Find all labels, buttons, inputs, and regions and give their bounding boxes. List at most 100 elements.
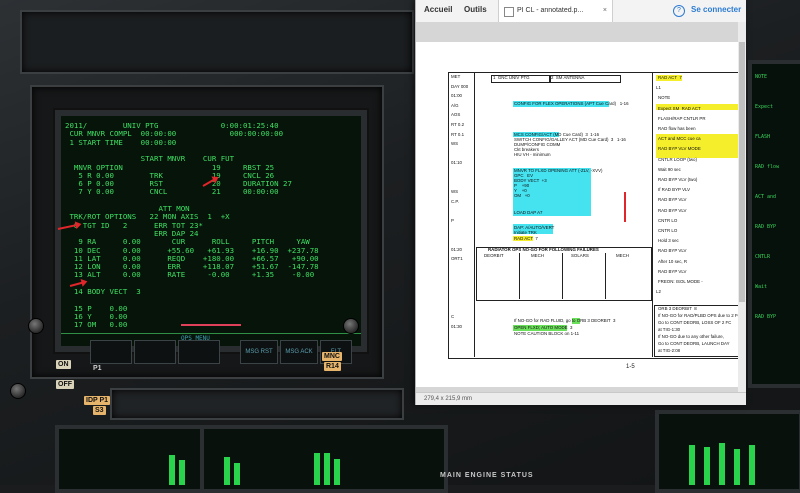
failure-col-header-2: MECH bbox=[531, 253, 544, 258]
tab-tools[interactable]: Outils bbox=[464, 5, 487, 14]
time-column-divider bbox=[474, 72, 475, 357]
tab-document[interactable]: PI CL - annotated.p... × bbox=[498, 0, 613, 22]
header-cell-2-text: 2 SM ANTENNA bbox=[551, 75, 585, 80]
right-crt-line: NOTE bbox=[755, 74, 768, 80]
crt-bezel-buttons: MSG RST MSG ACK FLT bbox=[90, 340, 360, 364]
time-column-entry: C.P. bbox=[451, 198, 459, 204]
right-crt-line: RAD flow bbox=[755, 164, 780, 170]
s3-label: S3 bbox=[93, 406, 106, 415]
gauge-bar-8 bbox=[689, 445, 695, 485]
checklist-step: RADIATOR OPS NO-GO FOR FOLLOWING FAILURE… bbox=[488, 247, 599, 252]
tab-home[interactable]: Accueil bbox=[424, 5, 452, 14]
failure-table-col2 bbox=[562, 253, 563, 299]
right-column-entry: FREON: ISOL MODE - bbox=[658, 279, 703, 284]
right-crt-line: Expect bbox=[755, 104, 774, 110]
bezel-button-1[interactable] bbox=[90, 340, 132, 364]
gauge-bar-3 bbox=[224, 457, 230, 485]
gauge-bar-11 bbox=[734, 449, 740, 485]
vertical-scrollbar[interactable] bbox=[738, 22, 746, 392]
right-column-entry: ACT and MCC cue ca bbox=[658, 136, 701, 142]
right-crt-line: Wait bbox=[755, 284, 768, 290]
right-crt-line: FLASH bbox=[755, 134, 771, 140]
gauge-bar-5 bbox=[314, 453, 320, 485]
failure-col-header-1: DEORBIT bbox=[484, 253, 504, 258]
right-column-entry: If NO-GO for RAD/PLBD OPS due to 2 FC bbox=[658, 313, 741, 318]
crt-cursor-marker bbox=[181, 324, 241, 326]
bezel-button-2[interactable] bbox=[134, 340, 176, 364]
brightness-knob-left[interactable] bbox=[28, 318, 44, 334]
right-column-entry: If RAD BYP VLV bbox=[658, 187, 691, 193]
time-column-entry: 01:30 bbox=[451, 323, 462, 329]
time-column-entry: DAY 000 bbox=[451, 83, 469, 89]
checklist-step: CONFIG FOR FLEX OPERATIONS (APT Cue Card… bbox=[514, 101, 629, 106]
right-column-entry: Go to CONT DEORB, LAUNCH DAY bbox=[658, 341, 730, 346]
crt-line: 17 OM 0.00 bbox=[65, 320, 128, 330]
right-column-entry: L1 bbox=[656, 85, 661, 91]
time-column-entry: WS bbox=[451, 141, 459, 147]
right-column-entry: CNTR LO bbox=[658, 217, 678, 223]
right-column-entry: RAD flow has been bbox=[658, 126, 696, 131]
bottom-screen-left bbox=[55, 425, 223, 493]
right-crt-display: NOTE Expect FLASH RAD flow ACT and RAD BYP CNT… bbox=[748, 60, 800, 388]
bottom-screen-right bbox=[655, 410, 800, 493]
annotation-red-line bbox=[624, 192, 626, 222]
time-column-entry: AOS bbox=[451, 112, 461, 118]
checklist-step: OM +0 bbox=[514, 193, 530, 198]
main-engine-status-label: MAIN ENGINE STATUS bbox=[440, 472, 534, 479]
help-icon[interactable]: ? bbox=[673, 5, 685, 17]
document-area[interactable]: 1 GNC UNIV PTG 2 SM ANTENNA DEORBIT MECH… bbox=[416, 22, 746, 392]
sign-in-link[interactable]: Se connecter bbox=[691, 5, 741, 14]
right-column-entry: CNTR LO bbox=[658, 228, 678, 233]
right-column-entry: If NO-GO due to any other failure, bbox=[658, 334, 724, 339]
scrollbar-thumb[interactable] bbox=[739, 42, 745, 302]
right-column-entry: Hold 3 sec bbox=[658, 238, 679, 244]
right-column-entry: Expect SM RAD ACT bbox=[658, 105, 701, 111]
right-column-entry: Wait 90 sec bbox=[658, 166, 681, 172]
right-column-entry: RAD BYP VLV MODE bbox=[658, 146, 701, 152]
crt-line: 1 START TIME 00:00:00 bbox=[65, 137, 177, 147]
checklist-step: LOAD DAP A7 bbox=[514, 210, 543, 215]
msg-ack-button[interactable]: MSG ACK bbox=[280, 340, 318, 364]
main-right-divider bbox=[652, 72, 653, 357]
checklist-step: Initiate TRK bbox=[514, 230, 537, 235]
pdf-viewer-window: Accueil Outils PI CL - annotated.p... × … bbox=[415, 0, 746, 405]
power-knob-left[interactable] bbox=[10, 383, 26, 399]
off-label: OFF bbox=[56, 380, 74, 389]
right-crt-line: RAD BYP bbox=[755, 314, 777, 320]
time-column-entry: RT 0.1 bbox=[451, 131, 465, 137]
msg-rst-button[interactable]: MSG RST bbox=[240, 340, 278, 364]
viewer-tabbar: Accueil Outils PI CL - annotated.p... × … bbox=[416, 0, 746, 23]
failure-col-header-3: SOLARS bbox=[571, 253, 589, 258]
gauge-bar-7 bbox=[334, 459, 340, 485]
right-column-entry: RAD BYP VLV bbox=[658, 268, 687, 274]
page-number: 1-5 bbox=[626, 364, 635, 370]
right-column-entry: NOTE bbox=[658, 95, 671, 101]
right-column-entry: CNTLR LOOP (two) bbox=[658, 156, 697, 162]
gauge-bar-12 bbox=[749, 445, 755, 485]
right-crt-line: ACT and bbox=[755, 194, 777, 200]
bottom-screen-mid bbox=[200, 425, 448, 493]
right-column-entry: After 10 sec, R bbox=[658, 258, 688, 264]
gauge-bar-6 bbox=[324, 453, 330, 485]
page-size-status: 279,4 x 215,9 mm bbox=[416, 392, 746, 405]
checklist-step: If NO-GO for RAD FLUID, go to ORB 3 DEOR… bbox=[514, 318, 616, 323]
bezel-button-3[interactable] bbox=[178, 340, 220, 364]
header-cell-1-text: 1 GNC UNIV PTG bbox=[493, 75, 530, 80]
pdf-file-icon bbox=[504, 7, 514, 17]
right-column-entry: at TIG-2:08 bbox=[658, 348, 681, 353]
time-column-entry: C bbox=[451, 314, 455, 319]
close-tab-icon[interactable]: × bbox=[603, 0, 607, 22]
crt-line: 13 ALT 0.00 RATE -0.00 +1.35 -0.00 bbox=[65, 270, 315, 280]
time-column-entry: WS bbox=[451, 189, 459, 195]
failure-table-col1 bbox=[519, 253, 520, 299]
right-crt-line: CNTLR bbox=[755, 254, 771, 260]
right-column-entry: FLASH/RAP CNTLR PR bbox=[658, 115, 706, 121]
brightness-knob-right[interactable] bbox=[343, 318, 359, 334]
right-column-entry: RAD BYP VLV bbox=[658, 248, 687, 254]
time-column-entry: 01:10 bbox=[451, 160, 462, 166]
time-column-entry: RT 0.2 bbox=[451, 122, 465, 127]
gauge-bar-4 bbox=[234, 463, 240, 485]
tab-document-label: PI CL - annotated.p... bbox=[517, 7, 584, 14]
p1-label: P1 bbox=[93, 365, 102, 372]
gauge-bar-10 bbox=[719, 443, 725, 485]
